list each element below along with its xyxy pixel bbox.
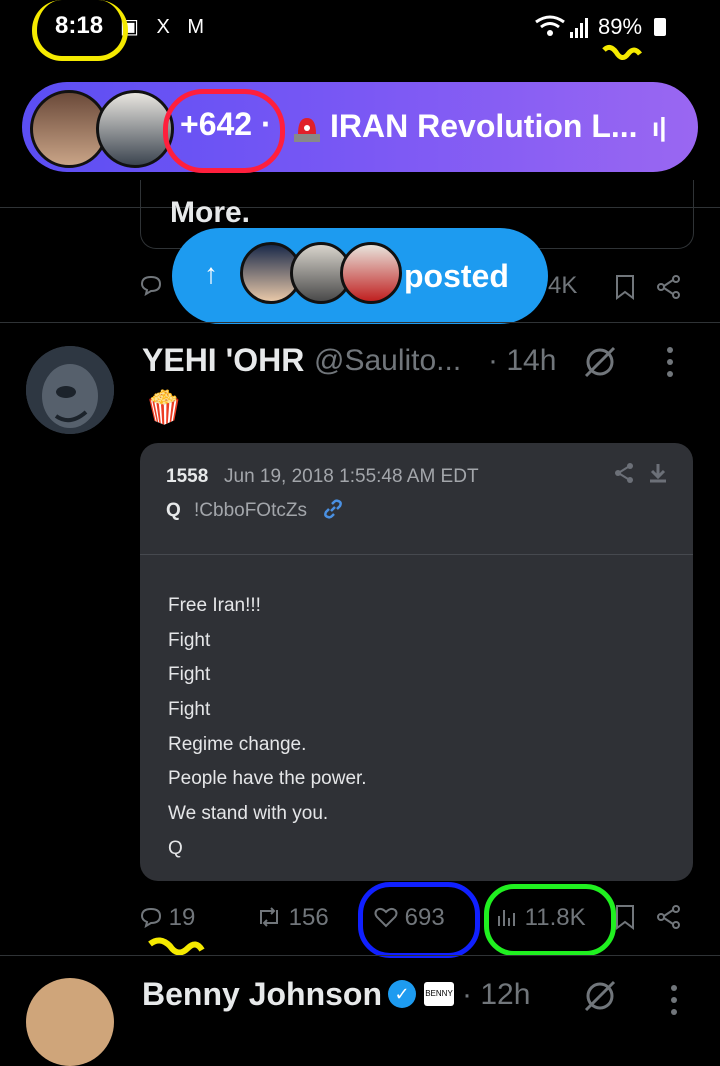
grok-icon[interactable] [582, 978, 618, 1019]
annotation-green-circle [484, 884, 616, 956]
battery-icon [654, 18, 666, 36]
divider [0, 322, 720, 323]
q-line-6: People have the power. [168, 768, 367, 789]
live-audio-icon: ı| [652, 112, 667, 142]
next-author-name[interactable]: Benny Johnson [142, 976, 382, 1013]
q-line-2: Fight [168, 630, 211, 651]
q-author: Q [166, 500, 181, 521]
reply-button[interactable]: 19 [140, 904, 195, 932]
more-options-icon[interactable] [666, 346, 674, 378]
battery-percent: 89% [598, 14, 643, 39]
wifi-icon [534, 14, 566, 43]
share-icon[interactable] [656, 274, 682, 305]
q-post-number: 1558 [166, 466, 209, 487]
annotation-yellow-circle [32, 0, 128, 61]
author-avatar[interactable] [26, 346, 114, 434]
q-line-7: We stand with you. [168, 803, 329, 824]
q-tripcode: !CbboFOtcZs [194, 500, 307, 521]
author-handle[interactable]: @Saulito... [314, 344, 461, 378]
link-icon [322, 498, 344, 526]
annotation-blue-circle [358, 882, 480, 958]
image-share-download-icon [614, 462, 670, 490]
repost-button[interactable]: 156 [256, 904, 329, 932]
share-button[interactable] [656, 904, 682, 937]
q-line-4: Fight [168, 699, 211, 720]
siren-emoji-icon [290, 110, 324, 144]
next-tweet-time[interactable]: · 12h [462, 978, 530, 1012]
signal-icon [570, 16, 590, 43]
author-name[interactable]: YEHI 'OHR [142, 342, 304, 379]
divider [0, 955, 720, 956]
q-line-5: Regime change. [168, 734, 307, 755]
previous-views-count: 4K [548, 272, 578, 299]
more-options-icon[interactable] [670, 984, 678, 1021]
repost-count: 156 [288, 904, 329, 931]
popcorn-emoji: 🍿 [144, 389, 184, 425]
grok-icon[interactable] [582, 344, 618, 380]
previous-tweet-more: More. [170, 196, 251, 229]
q-line-8: Q [168, 838, 183, 859]
q-line-1: Free Iran!!! [168, 595, 261, 616]
space-listener-count: +642 · [180, 106, 272, 142]
affiliate-badge: BENNY SHOW [424, 982, 454, 1022]
bookmark-icon[interactable] [614, 274, 636, 305]
annotation-yellow-squiggle [600, 44, 644, 71]
q-line-3: Fight [168, 664, 211, 685]
reply-count: 19 [168, 904, 196, 931]
tweet-time[interactable]: · 14h [488, 344, 556, 378]
image-divider [140, 554, 693, 555]
verified-badge-icon: ✓ [388, 980, 416, 1008]
posted-avatar-3 [340, 242, 402, 304]
arrow-up-icon: ↑ [204, 258, 218, 289]
next-author-avatar[interactable] [26, 978, 114, 1066]
space-title: IRAN Revolution L... [330, 108, 638, 144]
notification-icons: ▣ X M [120, 16, 211, 38]
reply-icon[interactable] [140, 274, 162, 301]
bookmark-button[interactable] [614, 904, 636, 937]
posted-label: posted [404, 258, 509, 294]
q-post-date: Jun 19, 2018 1:55:48 AM EDT [224, 466, 479, 487]
